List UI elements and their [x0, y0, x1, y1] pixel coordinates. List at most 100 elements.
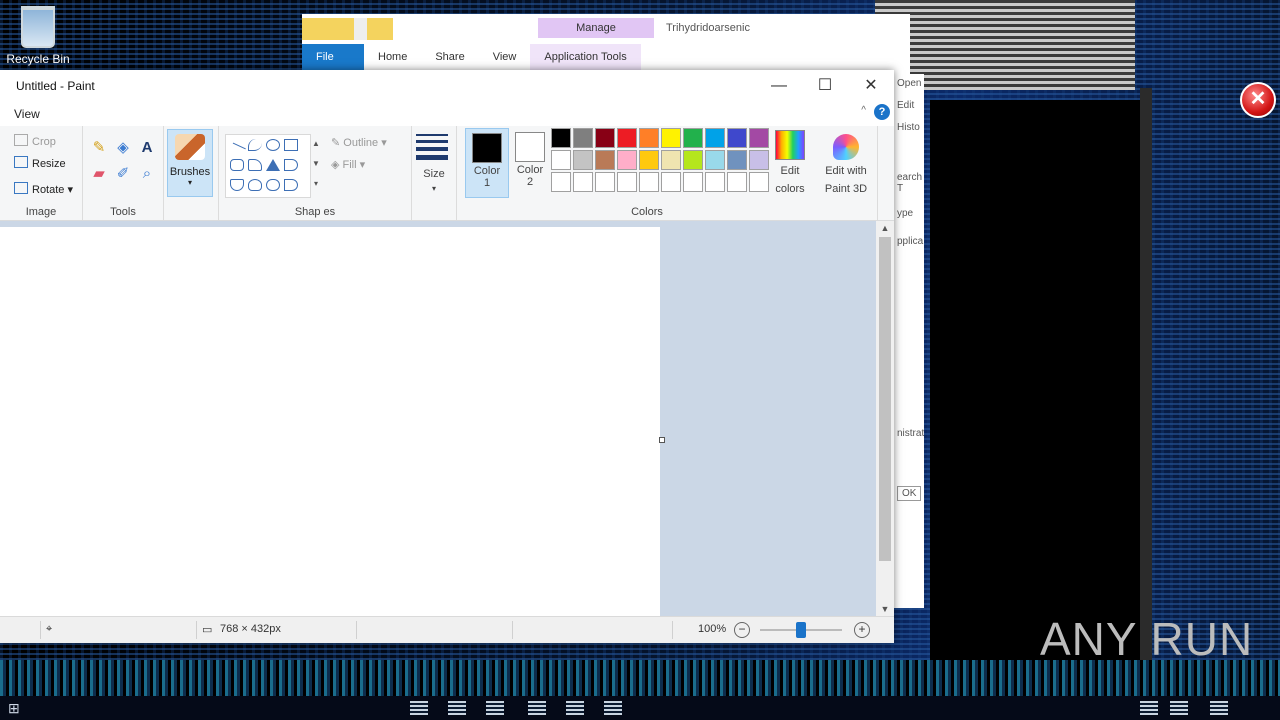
taskbar-app-icon[interactable]: [528, 701, 546, 715]
edit-colors-button[interactable]: Edit colors: [767, 128, 813, 198]
taskbar-app-icon[interactable]: [604, 701, 622, 715]
diamond-shape-icon[interactable]: [248, 179, 262, 191]
side-edit[interactable]: Edit: [897, 100, 914, 111]
side-ok-button[interactable]: OK: [897, 486, 922, 501]
zoom-in-icon[interactable]: +: [854, 622, 870, 638]
tab-file[interactable]: File: [302, 44, 364, 70]
palette-swatch[interactable]: [617, 128, 637, 148]
palette-swatch[interactable]: [683, 150, 703, 170]
palette-swatch[interactable]: [661, 150, 681, 170]
palette-swatch[interactable]: [639, 172, 659, 192]
palette-swatch[interactable]: [749, 128, 769, 148]
rectangle-shape-icon[interactable]: [284, 139, 298, 151]
eraser-icon[interactable]: ▰: [89, 164, 109, 184]
palette-swatch[interactable]: [617, 172, 637, 192]
rounded-rectangle-icon[interactable]: [230, 159, 244, 171]
brushes-button[interactable]: Brushes ▾: [167, 129, 213, 197]
color2-button[interactable]: Color 2: [509, 128, 551, 196]
maximize-button[interactable]: ☐: [802, 70, 848, 102]
error-close-icon[interactable]: ✕: [1240, 82, 1276, 118]
oval-shape-icon[interactable]: [266, 139, 280, 151]
edit-with-paint3d-button[interactable]: Edit with Paint 3D: [816, 128, 876, 198]
side-open[interactable]: Open: [897, 78, 921, 89]
tab-application-tools[interactable]: Application Tools: [530, 44, 641, 70]
tab-view[interactable]: View: [479, 44, 531, 70]
shapes-gallery[interactable]: [225, 134, 311, 198]
color1-button[interactable]: Color 1: [465, 128, 509, 198]
recycle-bin[interactable]: Recycle Bin: [6, 6, 70, 66]
size-button[interactable]: Size ▾: [412, 126, 456, 206]
arrow-down-shape-icon[interactable]: [230, 179, 244, 191]
manage-context-tab[interactable]: Manage: [538, 18, 654, 38]
magnifier-icon[interactable]: ⌕: [137, 164, 157, 184]
arrow-right-shape-icon[interactable]: [284, 179, 298, 191]
palette-swatch[interactable]: [573, 150, 593, 170]
zoom-out-icon[interactable]: −: [734, 622, 750, 638]
zoom-slider-thumb[interactable]: [796, 622, 806, 638]
scrollbar-thumb[interactable]: [879, 237, 891, 561]
tray-icon[interactable]: [1170, 701, 1188, 715]
pencil-icon[interactable]: ✎: [89, 138, 109, 158]
palette-swatch[interactable]: [705, 172, 725, 192]
shapes-scroll[interactable]: ▲ ▼ ▾: [311, 134, 321, 196]
outline-button[interactable]: ✎ Outline ▾: [331, 136, 387, 149]
scroll-up-icon[interactable]: ▲: [876, 223, 894, 233]
fill-bucket-icon[interactable]: ◈: [113, 138, 133, 158]
triangle-shape-icon[interactable]: [266, 159, 280, 171]
curve-shape-icon[interactable]: [248, 139, 262, 151]
side-search[interactable]: earch T: [897, 172, 924, 194]
palette-swatch[interactable]: [727, 172, 747, 192]
palette-swatch[interactable]: [573, 172, 593, 192]
taskbar-app-icon[interactable]: [566, 701, 584, 715]
collapse-ribbon-icon[interactable]: ^: [861, 105, 866, 116]
palette-swatch[interactable]: [551, 172, 571, 192]
palette-swatch[interactable]: [639, 150, 659, 170]
quick-access-toolbar[interactable]: [302, 18, 432, 40]
palette-swatch[interactable]: [551, 128, 571, 148]
taskbar-app-icon[interactable]: [486, 701, 504, 715]
palette-swatch[interactable]: [705, 150, 725, 170]
polygon-shape-icon[interactable]: [248, 159, 262, 171]
pentagon-shape-icon[interactable]: [266, 179, 280, 191]
start-button-icon[interactable]: ⊞: [8, 700, 26, 716]
palette-swatch[interactable]: [683, 128, 703, 148]
palette-swatch[interactable]: [749, 150, 769, 170]
side-history[interactable]: Histo: [897, 122, 920, 133]
palette-swatch[interactable]: [595, 150, 615, 170]
crop-button[interactable]: Crop: [14, 134, 56, 148]
tray-icon[interactable]: [1140, 701, 1158, 715]
palette-swatch[interactable]: [551, 150, 571, 170]
tab-share[interactable]: Share: [421, 44, 478, 70]
palette-swatch[interactable]: [705, 128, 725, 148]
palette-swatch[interactable]: [595, 128, 615, 148]
palette-swatch[interactable]: [727, 128, 747, 148]
close-button[interactable]: ✕: [848, 70, 894, 102]
drawing-canvas[interactable]: [0, 227, 660, 616]
line-shape-icon[interactable]: [228, 142, 246, 160]
minimize-button[interactable]: —: [756, 70, 802, 102]
taskbar-app-icon[interactable]: [410, 701, 428, 715]
view-menu[interactable]: View: [14, 107, 40, 121]
palette-swatch[interactable]: [661, 172, 681, 192]
scroll-down-icon[interactable]: ▼: [876, 604, 894, 614]
palette-swatch[interactable]: [639, 128, 659, 148]
palette-swatch[interactable]: [595, 172, 615, 192]
vertical-scrollbar[interactable]: ▲ ▼: [876, 221, 894, 616]
resize-button[interactable]: Resize: [14, 156, 66, 170]
tab-home[interactable]: Home: [364, 44, 421, 70]
palette-swatch[interactable]: [683, 172, 703, 192]
palette-swatch[interactable]: [749, 172, 769, 192]
palette-swatch[interactable]: [661, 128, 681, 148]
text-tool-icon[interactable]: A: [137, 138, 157, 158]
taskbar-app-icon[interactable]: [448, 701, 466, 715]
tray-icon[interactable]: [1210, 701, 1228, 715]
palette-swatch[interactable]: [727, 150, 747, 170]
color-picker-icon[interactable]: ✐: [113, 164, 133, 184]
palette-swatch[interactable]: [617, 150, 637, 170]
palette-swatch[interactable]: [573, 128, 593, 148]
fill-button[interactable]: ◈ Fill ▾: [331, 158, 365, 171]
rotate-button[interactable]: Rotate ▾: [14, 182, 73, 196]
help-icon[interactable]: ?: [874, 104, 890, 120]
right-triangle-icon[interactable]: [284, 159, 298, 171]
canvas-resize-handle[interactable]: [659, 437, 665, 443]
